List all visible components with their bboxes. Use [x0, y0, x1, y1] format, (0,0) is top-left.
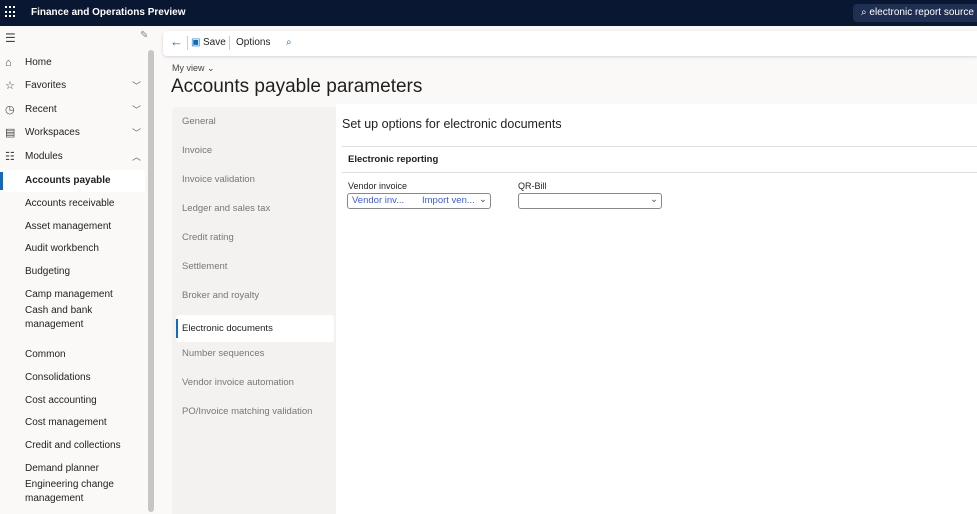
app-launcher-icon[interactable]: [5, 6, 17, 18]
module-item[interactable]: Accounts receivable: [0, 197, 145, 211]
chevron-down-icon: ⌄: [650, 194, 658, 205]
module-item[interactable]: Credit and collections: [0, 439, 145, 453]
nav-item-label: Modules: [25, 151, 63, 162]
module-item[interactable]: Audit workbench: [0, 242, 145, 256]
save-icon: ▣: [191, 37, 201, 48]
list-icon: ☷: [5, 151, 15, 163]
nav-item-workspaces[interactable]: ▤ Workspaces ﹀: [0, 126, 145, 140]
nav-item-recent[interactable]: ◷ Recent ﹀: [0, 103, 145, 117]
chevron-down-icon[interactable]: ﹀: [132, 103, 141, 117]
vendor-invoice-label: Vendor invoice: [348, 181, 408, 191]
nav-item-label: Favorites: [25, 80, 67, 91]
module-item[interactable]: Common: [0, 348, 145, 362]
clock-icon: ◷: [5, 104, 15, 116]
navigation-pane: ☰ ✎ ⌂ Home ☆ Favorites ﹀ ◷ Recent ﹀ ▤ Workspaces ﹀…: [0, 26, 156, 514]
search-box[interactable]: ⌕ electronic report source: [853, 4, 977, 22]
tab-item[interactable]: Credit rating: [182, 232, 234, 243]
vendor-invoice-dropdown[interactable]: Vendor inv... Import ven... ⌄: [347, 193, 491, 209]
tab-item[interactable]: Invoice validation: [182, 174, 255, 185]
qr-bill-label: QR-Bill: [518, 181, 547, 191]
module-item[interactable]: Cash and bank management: [0, 304, 120, 332]
tab-item[interactable]: Broker and royalty: [182, 290, 259, 301]
view-label: My view: [172, 63, 205, 73]
search-icon[interactable]: ⌕: [286, 37, 292, 48]
electronic-reporting-header: Electronic reporting: [348, 154, 439, 165]
qr-bill-dropdown[interactable]: ⌄: [518, 193, 662, 209]
module-item[interactable]: Camp management: [0, 288, 145, 302]
tab-item[interactable]: Vendor invoice automation: [182, 377, 294, 388]
pin-icon[interactable]: ✎: [140, 30, 148, 41]
nav-item-label: Home: [25, 57, 52, 68]
module-item[interactable]: Cost management: [0, 416, 145, 430]
tab-item[interactable]: Settlement: [182, 261, 227, 272]
chevron-down-icon: ⌄: [479, 194, 487, 205]
module-item[interactable]: Cost accounting: [0, 394, 145, 408]
page-title: Accounts payable parameters: [171, 76, 423, 97]
action-toolbar: ← ▣ Save Options ⌕: [163, 31, 977, 56]
hamburger-icon[interactable]: ☰: [5, 31, 16, 45]
chevron-down-icon[interactable]: ﹀: [132, 126, 141, 140]
search-text: electronic report source: [869, 7, 974, 18]
nav-item-favorites[interactable]: ☆ Favorites ﹀: [0, 79, 145, 93]
save-button[interactable]: Save: [203, 37, 226, 48]
options-button[interactable]: Options: [236, 37, 270, 48]
chevron-down-icon[interactable]: ﹀: [132, 79, 141, 93]
nav-item-home[interactable]: ⌂ Home: [0, 56, 145, 70]
back-icon[interactable]: ←: [170, 34, 183, 49]
tab-item[interactable]: PO/Invoice matching validation: [182, 406, 312, 417]
parameter-tabs: General Invoice Invoice validation Ledger a…: [172, 107, 336, 514]
star-icon: ☆: [5, 80, 15, 92]
vendor-invoice-format: Import ven...: [422, 195, 475, 206]
vendor-invoice-value: Vendor inv...: [352, 195, 405, 206]
top-bar: Finance and Operations Preview ⌕ electro…: [0, 0, 977, 26]
nav-item-label: Recent: [25, 104, 57, 115]
nav-item-label: Workspaces: [25, 127, 80, 138]
content-panel: Set up options for electronic documents …: [336, 104, 977, 514]
tab-item[interactable]: Invoice: [182, 145, 212, 156]
home-icon: ⌂: [5, 57, 12, 69]
module-item[interactable]: Budgeting: [0, 265, 145, 279]
tab-item[interactable]: General: [182, 116, 216, 127]
section-heading: Set up options for electronic documents: [342, 117, 562, 131]
workspace-icon: ▤: [5, 127, 16, 139]
module-item[interactable]: Consolidations: [0, 371, 145, 385]
nav-scrollbar[interactable]: [148, 50, 154, 512]
app-title: Finance and Operations Preview: [31, 7, 186, 18]
nav-item-modules[interactable]: ☷ Modules ︿: [0, 150, 145, 164]
module-item[interactable]: Engineering change management: [0, 478, 120, 506]
module-item[interactable]: Asset management: [0, 220, 145, 234]
tab-item[interactable]: Number sequences: [182, 348, 264, 359]
view-selector[interactable]: My view ⌄: [172, 63, 215, 74]
tab-item[interactable]: Ledger and sales tax: [182, 203, 270, 214]
chevron-up-icon[interactable]: ︿: [132, 150, 141, 164]
module-item[interactable]: Demand planner: [0, 462, 145, 476]
tab-item[interactable]: Electronic documents: [176, 315, 334, 342]
module-item[interactable]: Accounts payable: [0, 170, 145, 192]
